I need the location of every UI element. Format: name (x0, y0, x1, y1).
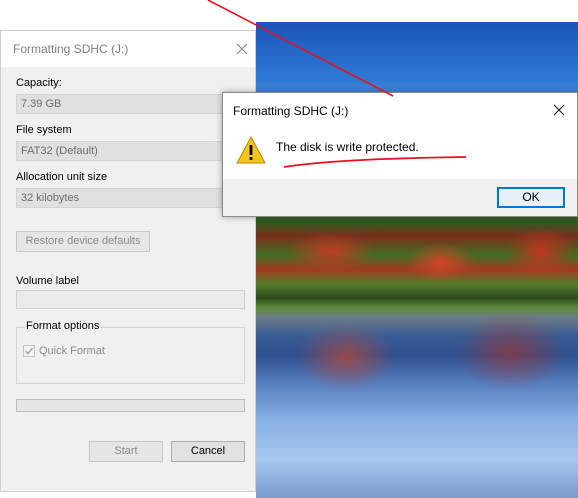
cancel-button[interactable]: Cancel (171, 441, 245, 462)
format-progress-bar (16, 399, 245, 412)
warning-icon (236, 135, 266, 164)
capacity-select[interactable]: 7.39 GB (16, 94, 245, 114)
write-protected-message-box: Formatting SDHC (J:) The disk is write p… (222, 92, 578, 217)
message-box-body: The disk is write protected. (223, 127, 577, 179)
file-system-select[interactable]: FAT32 (Default) (16, 141, 245, 161)
file-system-label: File system (16, 124, 72, 136)
message-text: The disk is write protected. (276, 140, 419, 154)
start-button[interactable]: Start (89, 441, 163, 462)
format-dialog-title: Formatting SDHC (J:) (13, 42, 129, 56)
volume-label-caption: Volume label (16, 275, 79, 287)
message-box-footer: OK (223, 179, 577, 216)
close-icon[interactable] (552, 103, 566, 117)
restore-defaults-button[interactable]: Restore device defaults (16, 231, 150, 252)
format-options-label: Format options (24, 320, 102, 332)
volume-label-input[interactable] (16, 290, 245, 309)
close-icon[interactable] (235, 42, 249, 56)
capacity-label: Capacity: (16, 77, 62, 89)
quick-format-label: Quick Format (39, 345, 106, 357)
format-dialog-titlebar[interactable]: Formatting SDHC (J:) (1, 31, 255, 67)
format-options-group: Format options Quick Format (16, 320, 245, 384)
allocation-unit-label: Allocation unit size (16, 171, 108, 183)
format-dialog: Formatting SDHC (J:) Capacity: 7.39 GB F… (0, 30, 256, 492)
message-box-title: Formatting SDHC (J:) (233, 104, 349, 118)
message-box-titlebar[interactable]: Formatting SDHC (J:) (223, 93, 577, 127)
allocation-unit-select[interactable]: 32 kilobytes (16, 188, 245, 208)
ok-button[interactable]: OK (497, 187, 565, 208)
quick-format-checkbox[interactable] (23, 345, 35, 357)
checkmark-icon (25, 347, 34, 355)
